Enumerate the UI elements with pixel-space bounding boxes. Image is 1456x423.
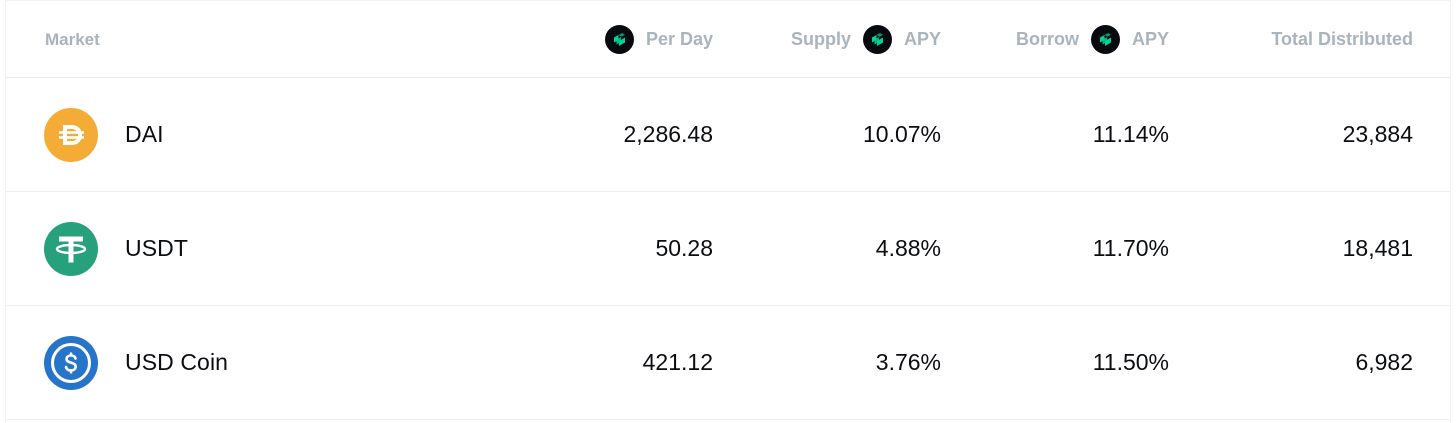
- total-distributed-value: 18,481: [1342, 235, 1413, 261]
- market-cell: DAI: [44, 78, 164, 191]
- comp-token-icon: [1090, 25, 1120, 54]
- comp-token-icon: [862, 25, 892, 54]
- total-distributed-value: 6,982: [1355, 349, 1413, 375]
- borrow-apy-value: 11.50%: [1092, 349, 1169, 375]
- column-header-borrow-label: Borrow: [1015, 29, 1079, 49]
- column-header-borrow-apy[interactable]: Borrow APY: [1016, 1, 1169, 78]
- column-header-market[interactable]: Market: [45, 1, 100, 78]
- comp-token-icon: [604, 25, 634, 54]
- dai-icon: [44, 107, 98, 162]
- borrow-apy-value: 11.70%: [1092, 235, 1169, 261]
- column-header-market-label: Market: [45, 29, 100, 49]
- supply-apy-value: 10.07%: [862, 121, 941, 147]
- table-row[interactable]: USDT 50.28 4.88% 11.70% 18,481: [6, 192, 1450, 306]
- column-header-borrow-apy-label: APY: [1131, 29, 1169, 49]
- market-name: USDT: [125, 235, 189, 261]
- column-header-total-distributed[interactable]: Total Distributed: [1271, 1, 1413, 78]
- supply-apy-value: 4.88%: [875, 235, 941, 261]
- per-day-value: 421.12: [642, 349, 713, 375]
- column-header-per-day[interactable]: Per Day: [604, 1, 713, 78]
- table-row[interactable]: DAI 2,286.48 10.07% 11.14% 23,884: [6, 78, 1450, 192]
- total-distributed-value: 23,884: [1342, 121, 1413, 147]
- table-row[interactable]: USD Coin 421.12 3.76% 11.50% 6,982: [6, 306, 1450, 420]
- per-day-value: 2,286.48: [623, 121, 713, 147]
- column-header-supply-apy-label: APY: [903, 29, 941, 49]
- market-cell: USD Coin: [44, 306, 228, 419]
- market-name: DAI: [125, 121, 164, 147]
- usdc-icon: [44, 335, 98, 390]
- supply-apy-value: 3.76%: [875, 349, 941, 375]
- market-name: USD Coin: [125, 349, 229, 375]
- column-header-total-distributed-label: Total Distributed: [1271, 29, 1413, 49]
- markets-table: Market Per Day Supply APY Borrow APY Tot…: [5, 0, 1451, 423]
- column-header-per-day-label: Per Day: [645, 29, 713, 49]
- table-header: Market Per Day Supply APY Borrow APY Tot…: [6, 1, 1450, 78]
- usdt-icon: [44, 221, 98, 276]
- column-header-supply-label: Supply: [790, 29, 851, 49]
- borrow-apy-value: 11.14%: [1092, 121, 1169, 147]
- per-day-value: 50.28: [655, 235, 713, 261]
- column-header-supply-apy[interactable]: Supply APY: [791, 1, 941, 78]
- market-cell: USDT: [44, 192, 188, 305]
